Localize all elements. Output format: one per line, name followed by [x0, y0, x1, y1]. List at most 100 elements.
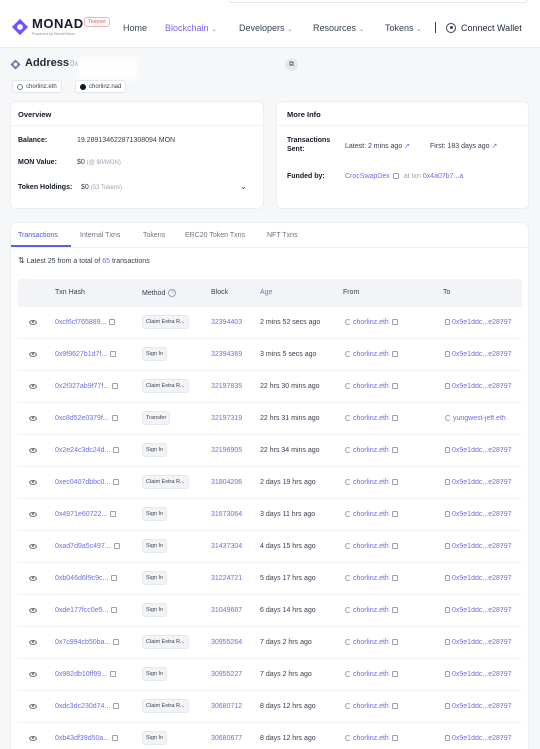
txn-hash-link[interactable]: 0xcf6cf765889...	[55, 319, 106, 326]
copy-address-icon[interactable]: ⧉	[285, 58, 298, 71]
txn-hash[interactable]: 0x982db10ff99...	[55, 671, 117, 678]
txn-hash-link[interactable]: 0xb046d6f9c9c...	[55, 575, 108, 582]
to-address[interactable]: 0x9e1ddc...e28797	[445, 703, 512, 710]
copy-icon[interactable]	[391, 639, 398, 646]
block-number[interactable]: 31049687	[211, 607, 242, 614]
block-number[interactable]: 30955227	[211, 671, 242, 678]
txn-hash-link[interactable]: 0x2e24c3dc24d...	[55, 447, 110, 454]
txn-hash-link[interactable]: 0x2f327ab9f77f...	[55, 383, 109, 390]
from-address-label[interactable]: chorlinz.eth	[353, 575, 389, 582]
txn-hash[interactable]: 0x7c994cb50ba...	[55, 639, 120, 646]
txn-hash-link[interactable]: 0xad7d9a5c497...	[55, 543, 111, 550]
funded-by-link[interactable]: CrocSwapDex	[345, 173, 390, 180]
to-address[interactable]: yungwest-jeff.eth	[445, 415, 506, 422]
eye-icon[interactable]	[29, 448, 37, 453]
to-address[interactable]: 0x9e1ddc...e28797	[445, 671, 512, 678]
copy-icon[interactable]	[391, 479, 398, 486]
from-address[interactable]: chorlinz.eth	[345, 575, 398, 582]
txn-hash-link[interactable]: 0x7c994cb50ba...	[55, 639, 110, 646]
block-number[interactable]: 30680712	[211, 703, 242, 710]
eye-icon[interactable]	[29, 704, 37, 709]
from-address[interactable]: chorlinz.eth	[345, 671, 398, 678]
txn-hash[interactable]: 0xdc3dc230d74...	[55, 703, 120, 710]
copy-icon[interactable]	[391, 671, 398, 678]
from-address[interactable]: chorlinz.eth	[345, 319, 398, 326]
to-address-label[interactable]: 0x9e1ddc...e28797	[452, 319, 512, 326]
copy-icon[interactable]	[113, 447, 120, 454]
to-address-label[interactable]: 0x9e1ddc...e28797	[452, 703, 512, 710]
nav-tokens[interactable]: Tokens ⌄	[385, 23, 422, 33]
to-address-label[interactable]: 0x9e1ddc...e28797	[452, 735, 512, 742]
to-address-label[interactable]: 0x9e1ddc...e28797	[452, 607, 512, 614]
to-address[interactable]: 0x9e1ddc...e28797	[445, 607, 512, 614]
from-address[interactable]: chorlinz.eth	[345, 607, 398, 614]
ens-tag[interactable]: chorlinz.eth	[12, 80, 62, 93]
copy-icon[interactable]	[391, 383, 398, 390]
eye-icon[interactable]	[29, 320, 37, 325]
from-address-label[interactable]: chorlinz.eth	[353, 479, 389, 486]
txn-hash[interactable]: 0xb43df39d50a...	[55, 735, 119, 742]
chevron-down-icon[interactable]: ⌄	[240, 182, 247, 191]
copy-icon[interactable]	[392, 173, 399, 180]
txn-hash[interactable]: 0xcf6cf765889...	[55, 319, 116, 326]
eye-icon[interactable]	[29, 736, 37, 741]
to-address[interactable]: 0x9e1ddc...e28797	[445, 447, 512, 454]
copy-icon[interactable]	[110, 351, 117, 358]
to-address[interactable]: 0x9e1ddc...e28797	[445, 735, 512, 742]
to-address-label[interactable]: 0x9e1ddc...e28797	[452, 351, 512, 358]
tab-tokens[interactable]: Tokens	[143, 232, 165, 239]
from-address-label[interactable]: chorlinz.eth	[353, 415, 389, 422]
block-number[interactable]: 31437304	[211, 543, 242, 550]
col-age[interactable]: Age	[260, 289, 272, 296]
copy-icon[interactable]	[109, 319, 116, 326]
token-holdings-dropdown[interactable]: $0 (53 Tokens)	[81, 184, 122, 191]
connect-wallet-button[interactable]: Connect Wallet	[461, 23, 522, 33]
from-address-label[interactable]: chorlinz.eth	[353, 447, 389, 454]
tab-nft-txns[interactable]: NFT Txns	[267, 232, 297, 239]
from-address[interactable]: chorlinz.eth	[345, 735, 398, 742]
copy-icon[interactable]	[113, 543, 120, 550]
tab-erc20-token-txns[interactable]: ERC20 Token Txns	[185, 232, 245, 239]
copy-icon[interactable]	[391, 607, 398, 614]
to-address[interactable]: 0x9e1ddc...e28797	[445, 575, 512, 582]
block-number[interactable]: 30955264	[211, 639, 242, 646]
eye-icon[interactable]	[29, 544, 37, 549]
copy-icon[interactable]	[391, 703, 398, 710]
copy-icon[interactable]	[391, 511, 398, 518]
to-address-label[interactable]: 0x9e1ddc...e28797	[452, 575, 512, 582]
eye-icon[interactable]	[29, 640, 37, 645]
from-address[interactable]: chorlinz.eth	[345, 383, 398, 390]
to-address[interactable]: 0x9e1ddc...e28797	[445, 351, 512, 358]
eye-icon[interactable]	[29, 576, 37, 581]
funded-txn-link[interactable]: 0x4a07b7...a	[423, 173, 463, 180]
logo-text[interactable]: MONAD	[32, 16, 84, 31]
txn-hash[interactable]: 0x2f327ab9f77f...	[55, 383, 119, 390]
copy-icon[interactable]	[391, 415, 398, 422]
external-link-icon[interactable]: ↗	[404, 143, 410, 150]
txn-hash-link[interactable]: 0x9f9627b1d7f...	[55, 351, 107, 358]
info-icon[interactable]: ?	[168, 289, 177, 297]
copy-icon[interactable]	[391, 735, 398, 742]
block-number[interactable]: 32196905	[211, 447, 242, 454]
from-address-label[interactable]: chorlinz.eth	[353, 671, 389, 678]
from-address-label[interactable]: chorlinz.eth	[353, 351, 389, 358]
from-address-label[interactable]: chorlinz.eth	[353, 543, 389, 550]
eye-icon[interactable]	[29, 672, 37, 677]
copy-icon[interactable]	[111, 415, 118, 422]
txn-hash-link[interactable]: 0xc8d52e0379f...	[55, 415, 109, 422]
eye-icon[interactable]	[29, 384, 37, 389]
txn-hash[interactable]: 0xb046d6f9c9c...	[55, 575, 118, 582]
nad-tag[interactable]: chorlinz.nad	[75, 80, 127, 93]
tab-transactions[interactable]: Transactions	[18, 232, 58, 239]
from-address[interactable]: chorlinz.eth	[345, 351, 398, 358]
wallet-icon[interactable]	[446, 23, 456, 33]
from-address-label[interactable]: chorlinz.eth	[353, 639, 389, 646]
copy-icon[interactable]	[111, 607, 118, 614]
block-number[interactable]: 31673064	[211, 511, 242, 518]
from-address[interactable]: chorlinz.eth	[345, 479, 398, 486]
nav-developers[interactable]: Developers ⌄	[239, 23, 293, 33]
copy-icon[interactable]	[112, 383, 119, 390]
search-bar-edge[interactable]	[228, 0, 528, 3]
to-address[interactable]: 0x9e1ddc...e28797	[445, 543, 512, 550]
to-address[interactable]: 0x9e1ddc...e28797	[445, 479, 512, 486]
